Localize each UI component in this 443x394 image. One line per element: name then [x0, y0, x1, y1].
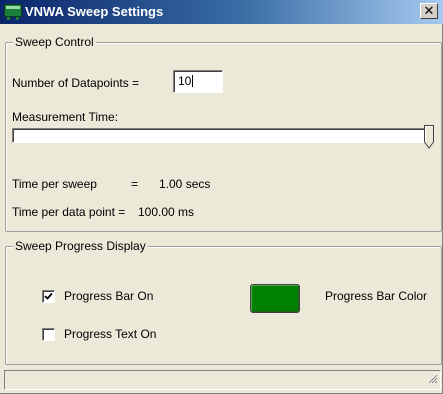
time-per-sweep-label: Time per sweep — [12, 177, 97, 191]
datapoints-label: Number of Datapoints = — [12, 76, 140, 90]
resize-grip-icon[interactable] — [426, 372, 438, 387]
time-per-point-value: 100.00 ms — [138, 205, 195, 219]
progress-bar-color-label: Progress Bar Color — [325, 289, 428, 303]
datapoints-value: 10 — [178, 74, 192, 88]
progress-bar-checkbox[interactable] — [42, 290, 55, 303]
app-window-icon — [4, 4, 22, 20]
progress-text-checkbox[interactable] — [42, 328, 55, 341]
status-bar — [4, 370, 441, 390]
sweep-progress-group: Sweep Progress Display — [5, 239, 442, 365]
progress-bar-label: Progress Bar On — [64, 289, 154, 303]
window-title: VNWA Sweep Settings — [25, 4, 164, 19]
measurement-time-slider-thumb[interactable] — [424, 125, 434, 152]
progress-text-label: Progress Text On — [64, 327, 157, 341]
time-per-sweep-equals: = — [131, 177, 139, 191]
check-icon — [44, 292, 53, 300]
close-button[interactable]: ✕ — [420, 3, 438, 19]
time-per-point-label: Time per data point = — [12, 205, 126, 219]
sweep-settings-window: VNWA Sweep Settings ✕ Sweep Control Numb… — [0, 0, 443, 394]
title-bar[interactable]: VNWA Sweep Settings ✕ — [0, 0, 443, 24]
time-per-sweep-value: 1.00 secs — [159, 177, 211, 191]
measurement-time-label: Measurement Time: — [12, 110, 119, 124]
measurement-time-slider[interactable] — [12, 128, 434, 143]
datapoints-input[interactable]: 10 — [173, 70, 223, 93]
close-icon: ✕ — [423, 3, 435, 18]
sweep-progress-title: Sweep Progress Display — [13, 239, 148, 253]
sweep-control-title: Sweep Control — [13, 35, 96, 49]
progress-bar-color-swatch[interactable] — [250, 284, 300, 313]
